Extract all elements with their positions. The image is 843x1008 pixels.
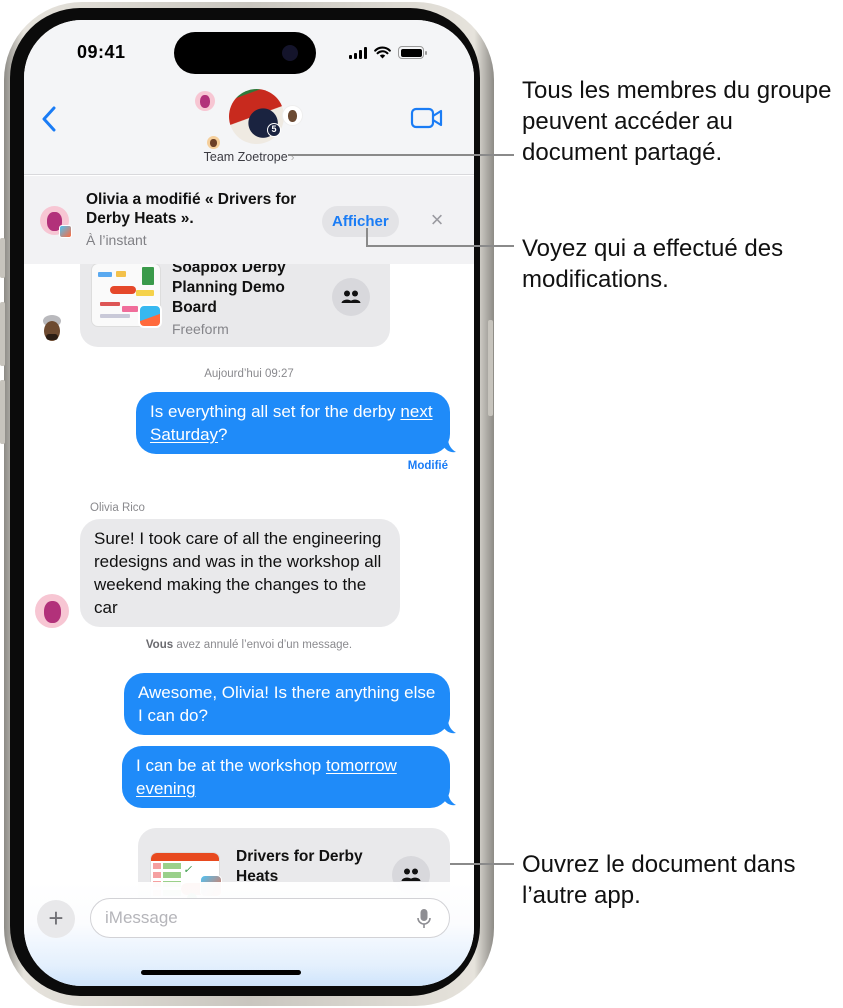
close-notification-icon[interactable]: × — [426, 209, 448, 232]
group-name: Team Zoetrope — [203, 150, 288, 164]
group-photo-number: 5 — [267, 123, 281, 137]
volume-down-button — [0, 380, 5, 444]
wifi-icon — [374, 46, 391, 59]
callout-line-document — [450, 863, 514, 865]
shared-card-title: Drivers for Derby Heats — [236, 848, 363, 885]
back-button[interactable] — [38, 104, 62, 134]
member-avatar-man — [282, 105, 303, 126]
freeform-app-badge-icon — [59, 225, 72, 238]
shared-document-card-freeform[interactable]: Soapbox Derby Planning Demo Board Freefo… — [80, 259, 390, 347]
edited-label[interactable]: Modifié — [408, 460, 448, 472]
cellular-signal-icon — [349, 46, 367, 59]
callout-open-document: Ouvrez le document dans l’autre app. — [522, 851, 796, 909]
notification-title: Olivia a modifié « Drivers for Derby Hea… — [86, 191, 297, 227]
callout-line-notification-stem — [366, 228, 368, 246]
home-indicator[interactable] — [141, 970, 301, 975]
message-timestamp: Aujourd’hui 09:27 — [204, 368, 294, 380]
show-changes-button[interactable]: Afficher — [322, 206, 399, 237]
sender-avatar-olivia — [35, 594, 69, 628]
unsent-message-notice: Vous avez annulé l’envoi d’un message. — [145, 639, 353, 651]
bubble-tail — [444, 720, 456, 734]
notification-avatar-olivia — [40, 206, 72, 238]
collaboration-button[interactable] — [332, 278, 370, 316]
outgoing-message-bubble[interactable]: Is everything all set for the derby next… — [136, 392, 450, 454]
side-button — [488, 320, 493, 416]
volume-up-button — [0, 302, 5, 366]
member-avatar-girl — [207, 136, 220, 149]
sender-avatar-man — [43, 315, 61, 341]
callout-group-access: Tous les membres du groupe peuvent accéd… — [522, 77, 832, 166]
dynamic-island — [174, 32, 316, 74]
callout-see-changes: Voyez qui a effectué des modifications. — [522, 235, 784, 293]
bubble-tail — [444, 439, 456, 453]
bubble-tail — [444, 792, 456, 806]
imessage-input[interactable] — [90, 898, 450, 938]
messages-screen: 09:41 5 Team Zoetrope › Soapbox Derby Pl… — [24, 20, 474, 986]
incoming-message-bubble[interactable]: Sure! I took care of all the engineering… — [80, 519, 400, 627]
status-icons — [349, 46, 427, 59]
callout-line-group — [288, 154, 514, 156]
shared-card-title: Soapbox Derby Planning Demo Board — [172, 259, 286, 316]
freeform-app-icon — [138, 304, 162, 328]
notification-time: À l’instant — [86, 232, 147, 248]
callout-line-notification — [366, 245, 514, 247]
outgoing-message-bubble[interactable]: Awesome, Olivia! Is there anything else … — [124, 673, 450, 735]
people-icon — [341, 290, 361, 303]
status-time: 09:41 — [77, 42, 126, 62]
group-name-button[interactable]: Team Zoetrope › — [24, 150, 474, 164]
shared-card-app: Freeform — [172, 321, 229, 337]
battery-icon — [398, 46, 427, 59]
conversation-header: 09:41 5 Team Zoetrope › — [24, 20, 474, 175]
member-avatar-olivia — [195, 91, 215, 111]
apps-plus-button[interactable]: + — [37, 900, 75, 938]
sender-name: Olivia Rico — [90, 502, 145, 514]
microphone-icon[interactable] — [417, 908, 431, 930]
action-button — [0, 238, 5, 278]
facetime-video-button[interactable] — [410, 106, 444, 130]
people-icon — [401, 868, 421, 881]
outgoing-message-bubble[interactable]: I can be at the workshop tomorrow evenin… — [122, 746, 450, 808]
document-edit-notification[interactable]: Olivia a modifié « Drivers for Derby Hea… — [24, 176, 474, 264]
